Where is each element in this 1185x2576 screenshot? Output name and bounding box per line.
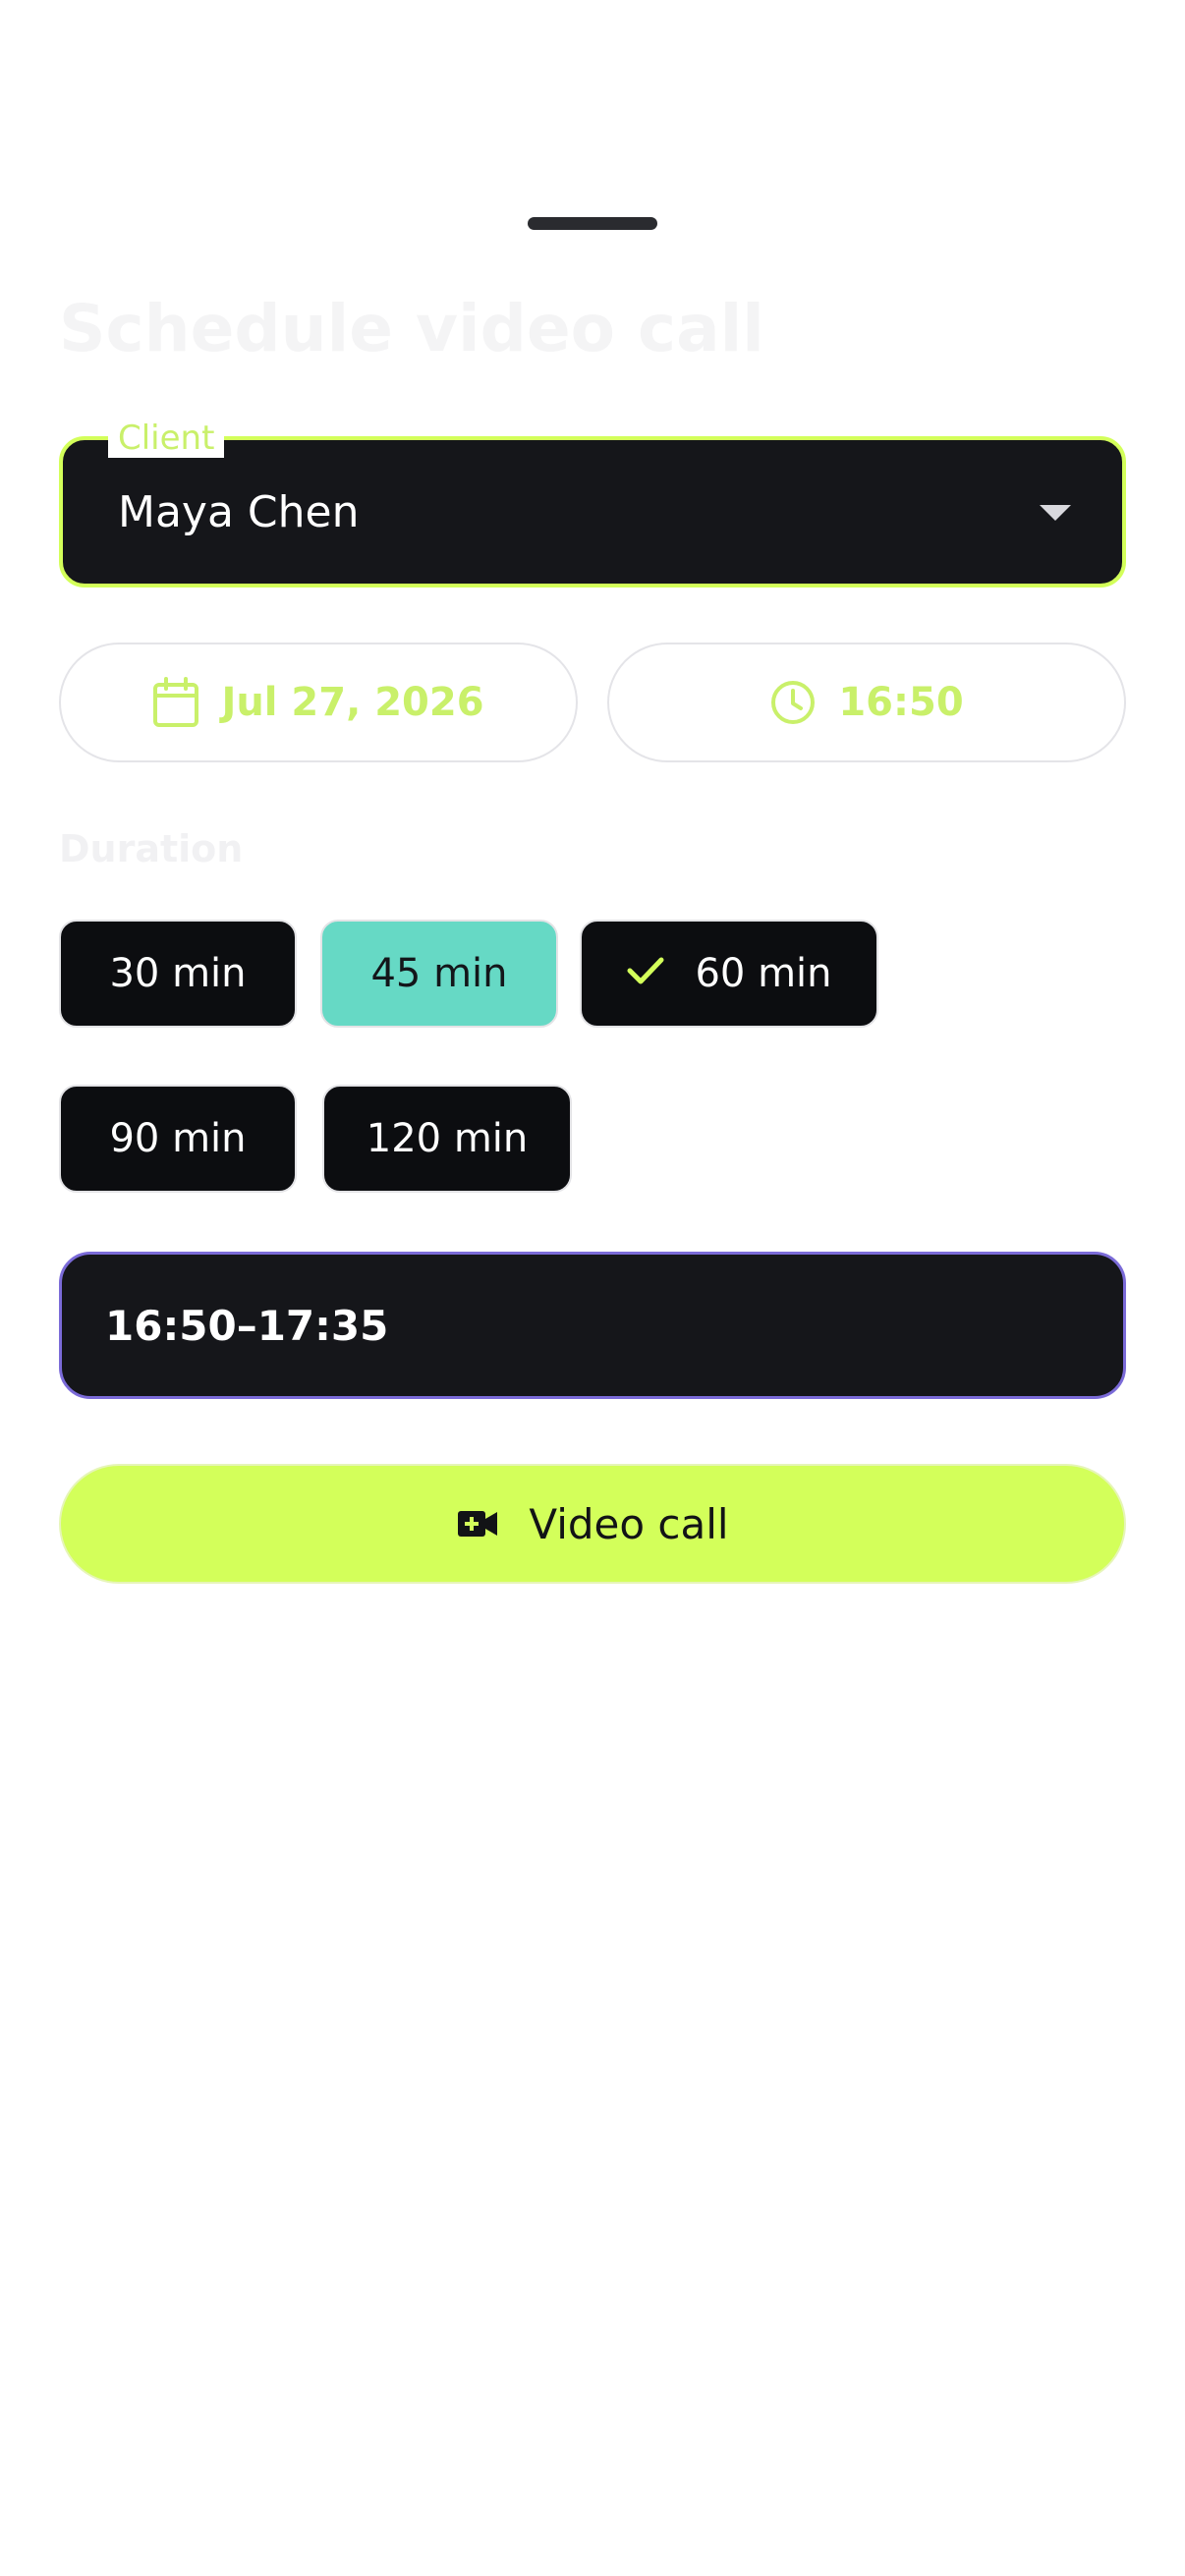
duration-chip-45[interactable]: 45 min: [320, 920, 558, 1028]
schedule-sheet: Schedule video call Client Maya Chen Jul…: [0, 0, 1185, 2576]
client-dropdown[interactable]: Client Maya Chen: [59, 419, 1126, 588]
date-picker-button[interactable]: Jul 27, 2026: [59, 643, 578, 762]
duration-chip-label: 45 min: [370, 951, 508, 996]
client-selected-value: Maya Chen: [118, 487, 360, 537]
time-picker-button[interactable]: 16:50: [607, 643, 1126, 762]
duration-chip-label: 30 min: [109, 951, 247, 996]
check-icon: [626, 951, 665, 996]
duration-chip-60[interactable]: 60 min: [580, 920, 878, 1028]
duration-chip-label: 90 min: [109, 1116, 247, 1161]
calendar-icon: [152, 677, 199, 728]
caret-down-icon: [1040, 505, 1071, 521]
drag-handle[interactable]: [528, 217, 657, 230]
video-call-button[interactable]: Video call: [59, 1464, 1126, 1584]
video-call-label: Video call: [529, 1499, 729, 1548]
time-range-value: 16:50–17:35: [105, 1301, 389, 1350]
date-value: Jul 27, 2026: [221, 680, 484, 725]
duration-chip-30[interactable]: 30 min: [59, 920, 297, 1028]
duration-chip-label: 60 min: [695, 951, 832, 996]
time-range-display: 16:50–17:35: [59, 1252, 1126, 1399]
video-add-icon: [456, 1508, 499, 1540]
time-value: 16:50: [838, 680, 964, 725]
duration-chip-label: 120 min: [366, 1116, 529, 1161]
duration-chip-120[interactable]: 120 min: [322, 1085, 572, 1193]
duration-chip-90[interactable]: 90 min: [59, 1085, 297, 1193]
clock-icon: [769, 679, 817, 726]
duration-label: Duration: [59, 827, 244, 870]
sheet-title: Schedule video call: [59, 291, 764, 366]
client-field-label: Client: [108, 419, 225, 458]
